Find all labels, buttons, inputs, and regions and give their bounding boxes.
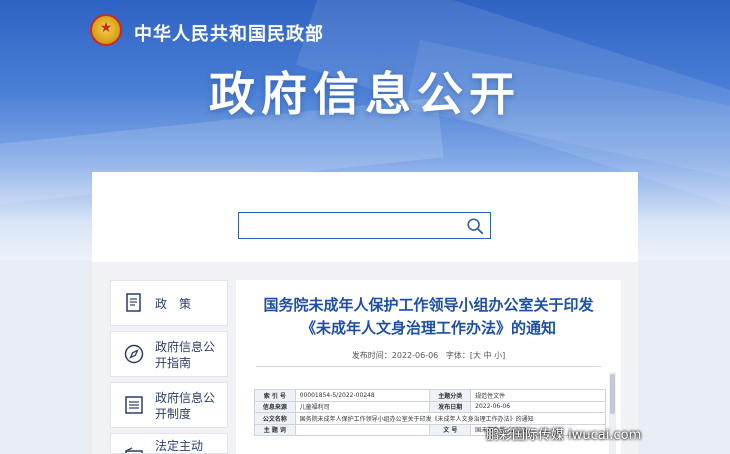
- star-icon: ★: [99, 20, 113, 36]
- sidebar-item-policy[interactable]: 政 策: [110, 280, 228, 326]
- list-icon: [125, 396, 143, 414]
- article-title: 国务院未成年人保护工作领导小组办公室关于印发 《未成年人文身治理工作办法》的通知: [236, 294, 621, 340]
- sidebar-item-disclosure-guide[interactable]: 政府信息公开指南: [110, 331, 228, 377]
- compass-icon: [124, 344, 144, 364]
- sidebar-item-statutory[interactable]: 法定主动: [110, 433, 228, 454]
- search-box: [238, 212, 491, 239]
- table-label: 主 题 词: [254, 423, 296, 436]
- ministry-name[interactable]: 中华人民共和国民政部: [134, 20, 324, 46]
- document-icon: [126, 293, 141, 312]
- table-cell: [294, 423, 431, 436]
- article-meta: 发布时间：2022-06-06 字体：[大 中 小]: [236, 350, 621, 361]
- national-emblem-icon[interactable]: ★: [90, 14, 122, 46]
- font-size-label: 字体：: [445, 351, 470, 360]
- sidebar-item-label: 政府信息公开制度: [155, 391, 216, 421]
- table-label: 信息来源: [254, 400, 296, 413]
- table-label: 索 引 号: [254, 389, 296, 402]
- article-title-line: 国务院未成年人保护工作领导小组办公室关于印发: [263, 296, 594, 314]
- table-label: 发布日期: [429, 400, 472, 413]
- table-cell: 00001854-5/2022-00248: [294, 389, 431, 402]
- font-size-switch[interactable]: [大 中 小]: [470, 351, 505, 360]
- article-title-line: 《未成年人文身治理工作办法》的通知: [300, 319, 556, 337]
- table-cell: 规范性文件: [470, 389, 606, 402]
- divider: [256, 366, 601, 367]
- search-icon[interactable]: [466, 217, 484, 235]
- table-label: 文 号: [429, 423, 472, 436]
- sidebar-item-disclosure-system[interactable]: 政府信息公开制度: [110, 382, 228, 428]
- table-cell: 2022-06-06: [470, 400, 606, 413]
- search-input[interactable]: [245, 216, 455, 235]
- watermark: 鹏彩国际传媒 iwucai.com: [486, 428, 642, 443]
- table-label: 公文名称: [254, 412, 296, 425]
- publish-date: 2022-06-06: [391, 351, 439, 360]
- table-row: 索 引 号 00001854-5/2022-00248 主题分类 规范性文件: [254, 389, 606, 402]
- table-label: 主题分类: [429, 389, 472, 402]
- table-cell: 儿童福利司: [294, 400, 431, 413]
- table-row: 信息来源 儿童福利司 发布日期 2022-06-06: [254, 400, 606, 413]
- sidebar-item-label: 政府信息公开指南: [155, 340, 216, 370]
- folder-icon: [125, 447, 143, 453]
- scrollbar-thumb[interactable]: [610, 374, 615, 414]
- sidebar-item-label: 政 策: [155, 297, 192, 311]
- publish-label: 发布时间：: [351, 351, 392, 360]
- sidebar-item-label: 法定主动: [155, 439, 204, 453]
- banner-title: 政府信息公开: [209, 67, 521, 121]
- table-cell: 国务院未成年人保护工作领导小组办公室关于印发《未成年人文身治理工作办法》的通知: [294, 412, 607, 425]
- table-row: 公文名称 国务院未成年人保护工作领导小组办公室关于印发《未成年人文身治理工作办法…: [254, 412, 607, 425]
